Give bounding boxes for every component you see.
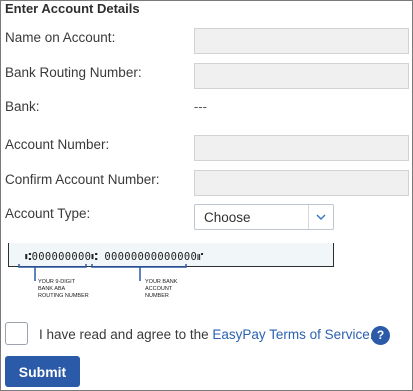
account-caption-line1: YOUR BANK: [145, 279, 178, 285]
terms-checkbox[interactable]: [5, 322, 28, 345]
account-type-select[interactable]: Choose: [194, 204, 334, 230]
routing-caption-line2: BANK ABA: [38, 286, 66, 292]
routing-number-field[interactable]: [194, 63, 409, 89]
account-caption-line2: ACCOUNT: [145, 286, 173, 292]
account-type-label: Account Type:: [5, 206, 91, 221]
question-mark-icon[interactable]: ?: [371, 326, 390, 345]
routing-caption-line3: ROUTING NUMBER: [38, 293, 89, 299]
bank-label: Bank:: [5, 99, 40, 114]
account-caption: YOUR BANK ACCOUNT NUMBER: [145, 279, 177, 300]
check-illustration: ⑆000000000⑆ 00000000000000⑈ YOUR 9-DIGIT…: [0, 243, 336, 307]
terms-text-prefix: I have read and agree to the: [39, 327, 213, 342]
account-type-selected: Choose: [204, 210, 251, 225]
account-number-label: Account Number:: [5, 137, 110, 152]
routing-caption-line1: YOUR 9-DIGIT: [38, 279, 75, 285]
account-caption-line3: NUMBER: [145, 293, 169, 299]
terms-link[interactable]: EasyPay Terms of Service: [212, 327, 369, 342]
bank-value: ---: [194, 99, 207, 114]
select-divider: [308, 205, 309, 229]
terms-text: I have read and agree to the EasyPay Ter…: [39, 327, 373, 342]
account-number-field[interactable]: [194, 135, 409, 161]
chevron-down-icon: [316, 214, 326, 221]
routing-caption: YOUR 9-DIGIT BANK ABA ROUTING NUMBER: [38, 279, 89, 300]
name-on-account-field[interactable]: [194, 28, 409, 54]
section-heading: Enter Account Details: [5, 1, 140, 16]
name-label: Name on Account:: [5, 30, 116, 45]
routing-label: Bank Routing Number:: [5, 65, 142, 80]
confirm-account-label: Confirm Account Number:: [5, 172, 160, 187]
submit-button[interactable]: Submit: [5, 356, 80, 387]
confirm-account-field[interactable]: [194, 170, 409, 196]
